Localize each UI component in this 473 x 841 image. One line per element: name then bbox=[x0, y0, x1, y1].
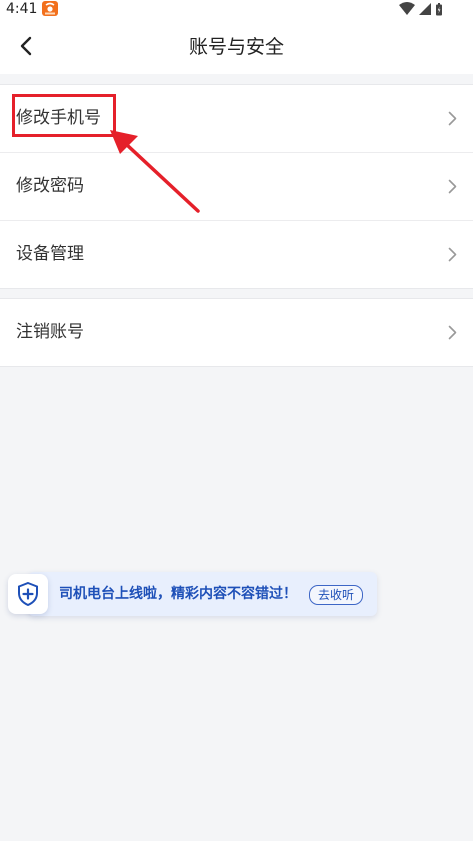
cellular-signal-icon bbox=[419, 3, 431, 15]
status-bar: 4:41 bbox=[0, 0, 473, 18]
wifi-icon bbox=[399, 2, 415, 15]
change-password-row[interactable]: 修改密码 bbox=[0, 153, 473, 221]
chevron-right-icon bbox=[448, 325, 457, 340]
chevron-right-icon bbox=[448, 247, 457, 262]
shield-plus-icon bbox=[8, 574, 48, 614]
back-button[interactable] bbox=[10, 30, 42, 62]
nav-bar: 账号与安全 bbox=[0, 18, 473, 74]
battery-icon bbox=[436, 3, 442, 16]
annotation-arrow bbox=[110, 130, 200, 213]
back-arrow-icon bbox=[20, 36, 32, 56]
device-management-row[interactable]: 设备管理 bbox=[0, 221, 473, 288]
delete-account-row[interactable]: 注销账号 bbox=[0, 299, 473, 366]
status-icons bbox=[399, 2, 442, 16]
settings-group-danger: 注销账号 bbox=[0, 298, 473, 367]
radio-promo-banner[interactable]: 司机电台上线啦，精彩内容不容错过！ 去收听 bbox=[8, 572, 377, 616]
chevron-right-icon bbox=[448, 179, 457, 194]
page-title: 账号与安全 bbox=[188, 36, 284, 58]
taobao-app-icon bbox=[42, 1, 58, 16]
device-management-label: 设备管理 bbox=[16, 244, 84, 264]
listen-button[interactable]: 去收听 bbox=[309, 585, 363, 605]
banner-text: 司机电台上线啦，精彩内容不容错过！ bbox=[59, 586, 297, 602]
chevron-right-icon bbox=[448, 111, 457, 126]
change-password-label: 修改密码 bbox=[16, 176, 84, 196]
delete-account-label: 注销账号 bbox=[16, 322, 84, 342]
status-time: 4:41 bbox=[6, 1, 38, 17]
